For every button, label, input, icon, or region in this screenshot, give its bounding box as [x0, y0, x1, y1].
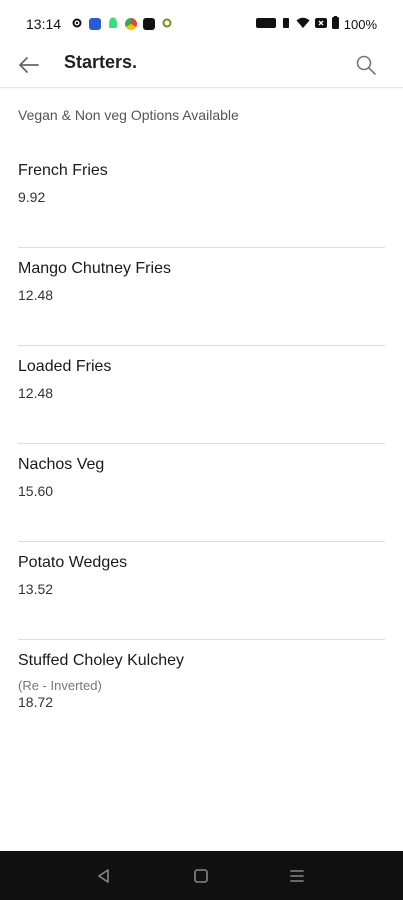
data-speed-icon: [255, 17, 276, 32]
wifi-icon: [296, 17, 310, 32]
search-button[interactable]: [351, 50, 381, 80]
square-home-icon: [194, 869, 208, 883]
system-nav-bar: [0, 851, 403, 900]
item-name: Mango Chutney Fries: [18, 260, 171, 277]
battery-percent: 100%: [343, 16, 377, 32]
nav-recents-button[interactable]: [286, 865, 308, 887]
search-icon: [356, 55, 376, 75]
android-icon: [107, 16, 119, 32]
battery-icon: [331, 16, 339, 32]
menu-list: French Fries 9.92 Mango Chutney Fries 12…: [18, 150, 385, 738]
page-title: Starters.: [64, 52, 138, 72]
item-price: 18.72: [18, 694, 54, 710]
item-price: 12.48: [18, 385, 54, 401]
menu-item-potato-wedges[interactable]: Potato Wedges 13.52: [18, 542, 385, 640]
menu-item-nachos-veg[interactable]: Nachos Veg 15.60: [18, 444, 385, 542]
arrow-left-icon: [19, 57, 39, 73]
chrome-icon: [125, 18, 138, 30]
item-note: (Re - Inverted): [18, 678, 102, 693]
nav-home-button[interactable]: [190, 865, 212, 887]
menu-subtitle: Vegan & Non veg Options Available: [18, 107, 239, 123]
app-bar: Starters.: [0, 40, 403, 88]
item-name: Loaded Fries: [18, 358, 112, 375]
menu-item-french-fries[interactable]: French Fries 9.92: [18, 150, 385, 248]
item-name: Nachos Veg: [18, 456, 105, 473]
app-square-icon: [143, 18, 156, 30]
item-name: French Fries: [18, 162, 108, 179]
gear-notification-icon: [161, 16, 173, 32]
triangle-back-icon: [98, 869, 109, 883]
item-price: 13.52: [18, 581, 54, 597]
status-left: 13:14: [26, 16, 173, 32]
item-price: 12.48: [18, 287, 54, 303]
item-name: Stuffed Choley Kulchey: [18, 652, 185, 669]
nav-back-button[interactable]: [93, 865, 115, 887]
menu-item-loaded-fries[interactable]: Loaded Fries 12.48: [18, 346, 385, 444]
settings-gear-icon: [71, 16, 83, 32]
item-name: Potato Wedges: [18, 554, 128, 571]
status-right: 100%: [255, 16, 377, 32]
item-price: 9.92: [18, 189, 46, 205]
menu-lines-icon: [290, 870, 304, 882]
item-price: 15.60: [18, 483, 54, 499]
menu-item-mango-chutney-fries[interactable]: Mango Chutney Fries 12.48: [18, 248, 385, 346]
menu-item-stuffed-choley-kulchey[interactable]: Stuffed Choley Kulchey (Re - Inverted) 1…: [18, 640, 385, 738]
vibrate-icon: [281, 17, 291, 32]
back-button[interactable]: [14, 50, 44, 80]
status-time: 13:14: [26, 16, 62, 32]
signal-off-icon: [314, 17, 327, 32]
app-notification-icon: [89, 18, 102, 30]
